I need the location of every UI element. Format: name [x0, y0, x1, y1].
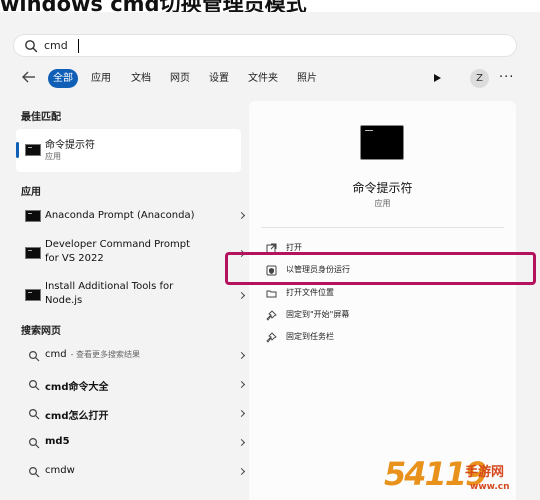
chevron-right-icon[interactable] [237, 409, 246, 418]
search-icon [28, 437, 40, 449]
web-item-md5[interactable]: md5 [16, 433, 246, 453]
web-item-text: cmd怎么打开 [45, 411, 109, 422]
detail-type: 应用 [374, 199, 391, 208]
action-pin-to-taskbar[interactable]: 固定到任务栏 [266, 330, 386, 346]
action-open-file-location[interactable]: 打开文件位置 [266, 286, 386, 302]
web-item-cmd-open[interactable]: cmd怎么打开 [16, 404, 246, 424]
play-icon[interactable] [434, 74, 441, 82]
web-item-cmd-commands[interactable]: cmd命令大全 [16, 375, 246, 395]
tab-apps[interactable]: 应用 [86, 69, 116, 88]
tab-web[interactable]: 网页 [165, 69, 195, 88]
watermark-logo-text: 手游网 [465, 465, 505, 480]
tab-settings[interactable]: 设置 [204, 69, 234, 88]
search-icon [28, 408, 40, 420]
web-item-text: cmdw [45, 465, 75, 476]
chevron-right-icon[interactable] [237, 351, 246, 360]
selection-indicator [16, 142, 19, 158]
section-best-match: 最佳匹配 [21, 112, 61, 123]
divider [261, 227, 504, 228]
web-item-subtext: - 查看更多搜索结果 [70, 350, 141, 359]
highlight-annotation-box [225, 252, 536, 285]
action-label: 固定到"开始"屏幕 [286, 310, 350, 319]
detail-title: 命令提示符 [352, 181, 413, 195]
app-item-label-line1: Developer Command Prompt [45, 239, 191, 250]
app-item-node-tools[interactable]: Install Additional Tools for Node.js [16, 280, 246, 310]
search-icon [25, 40, 38, 53]
chevron-right-icon[interactable] [237, 211, 246, 220]
more-options-icon[interactable]: ··· [499, 70, 514, 86]
search-icon [28, 379, 40, 391]
app-item-label: Anaconda Prompt (Anaconda) [45, 210, 195, 221]
tab-folders[interactable]: 文件夹 [244, 69, 282, 88]
section-apps: 应用 [21, 187, 41, 198]
action-pin-to-start[interactable]: 固定到"开始"屏幕 [266, 308, 386, 324]
action-label: 打开文件位置 [286, 288, 334, 297]
terminal-icon [25, 247, 41, 259]
terminal-icon [25, 289, 41, 301]
web-item-cmdw[interactable]: cmdw [16, 462, 246, 482]
folder-icon [266, 290, 277, 298]
app-item-label-line2: Node.js [45, 295, 83, 306]
app-item-developer-command-prompt[interactable]: Developer Command Prompt for VS 2022 [16, 238, 246, 268]
pin-icon [266, 332, 277, 343]
section-web-search: 搜索网页 [21, 326, 61, 337]
app-item-label-line1: Install Additional Tools for [45, 281, 174, 292]
tab-all[interactable]: 全部 [48, 69, 78, 88]
search-icon [28, 350, 40, 362]
pin-icon [266, 310, 277, 321]
chevron-right-icon[interactable] [237, 438, 246, 447]
back-arrow-icon[interactable] [20, 68, 38, 86]
text-cursor [78, 39, 79, 53]
tab-documents[interactable]: 文档 [126, 69, 156, 88]
command-prompt-large-icon [360, 125, 404, 160]
action-label: 固定到任务栏 [286, 332, 334, 341]
tab-photos[interactable]: 照片 [292, 69, 322, 88]
terminal-icon [25, 210, 41, 222]
article-title: windows cmd切换管理员模式 [0, 0, 307, 12]
search-query[interactable]: cmd [44, 38, 68, 54]
avatar[interactable]: Z [470, 69, 489, 88]
web-item-text: cmd [45, 349, 67, 360]
best-match-item[interactable]: 命令提示符 应用 [16, 129, 241, 172]
article-title-strip: windows cmd切换管理员模式 [0, 0, 540, 12]
web-item-cmd[interactable]: cmd - 查看更多搜索结果 [16, 346, 246, 366]
chevron-right-icon[interactable] [237, 291, 246, 300]
best-match-subtitle: 应用 [45, 152, 61, 161]
search-icon [28, 466, 40, 478]
best-match-title: 命令提示符 [45, 140, 95, 151]
search-input[interactable]: cmd [13, 34, 517, 57]
watermark-url: www.cn [470, 482, 510, 492]
chevron-right-icon[interactable] [237, 380, 246, 389]
app-item-anaconda[interactable]: Anaconda Prompt (Anaconda) [16, 206, 246, 226]
command-prompt-icon [25, 144, 41, 156]
web-item-text: md5 [45, 436, 70, 447]
web-item-text: cmd命令大全 [45, 382, 109, 393]
chevron-right-icon[interactable] [237, 467, 246, 476]
app-item-label-line2: for VS 2022 [45, 253, 104, 264]
